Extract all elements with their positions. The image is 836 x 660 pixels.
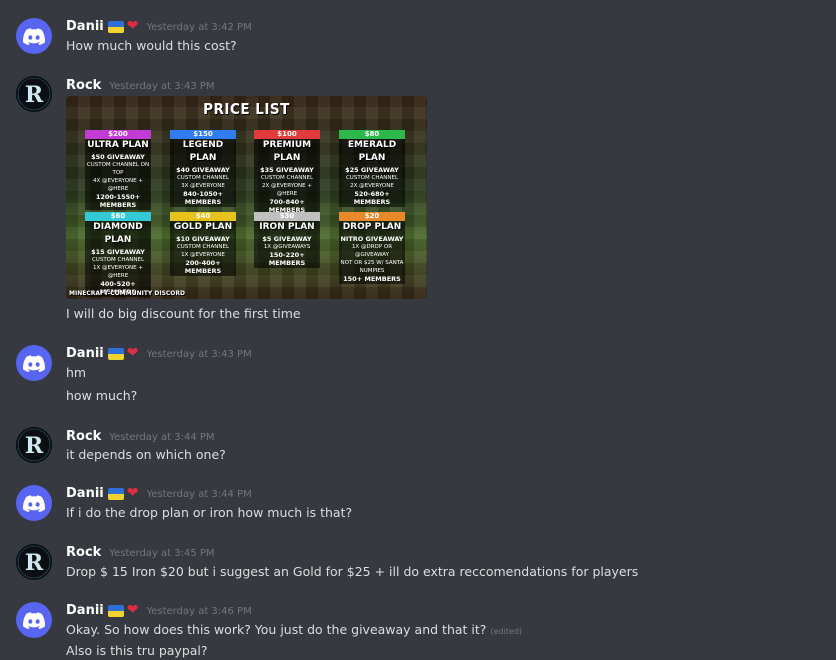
plan-name: EMERALD PLAN — [339, 139, 405, 165]
username[interactable]: Danii — [66, 603, 104, 618]
timestamp[interactable]: Yesterday at 3:45 PM — [109, 548, 214, 559]
heart-icon: ❤ — [126, 345, 139, 361]
message-text: How much would this cost? — [66, 38, 237, 53]
chat-log: Danii ❤ Yesterday at 3:42 PM How much wo… — [0, 0, 836, 658]
svg-text:R: R — [25, 82, 44, 108]
plan-name: ULTRA PLAN — [85, 139, 151, 152]
avatar[interactable] — [16, 345, 52, 381]
plan-card-legend: $150 LEGEND PLAN $40 GIVEAWAY CUSTOM CHA… — [170, 130, 236, 207]
ukraine-flag-icon — [107, 348, 124, 360]
avatar[interactable] — [16, 602, 52, 638]
plan-details: $10 GIVEAWAY CUSTOM CHANNEL 1X @EVERYONE… — [170, 234, 236, 276]
timestamp[interactable]: Yesterday at 3:43 PM — [146, 349, 251, 360]
plan-name: LEGEND PLAN — [170, 139, 236, 165]
r-logo-icon: R — [16, 427, 52, 463]
avatar[interactable]: R — [16, 76, 52, 112]
message-text: Drop $ 15 Iron $20 but i suggest an Gold… — [66, 564, 639, 579]
plan-price: $100 — [254, 130, 320, 139]
message-text: If i do the drop plan or iron how much i… — [66, 505, 353, 520]
heart-icon: ❤ — [126, 602, 139, 618]
price-list-title: PRICE LIST — [203, 100, 290, 118]
ukraine-flag-icon — [107, 488, 124, 500]
r-logo-icon: R — [16, 76, 52, 112]
discord-logo-icon — [23, 494, 45, 512]
price-list-image[interactable]: PRICE LIST $200 ULTRA PLAN $50 GIVEAWAY … — [66, 96, 427, 299]
avatar[interactable] — [16, 485, 52, 521]
username[interactable]: Danii — [66, 19, 104, 34]
discord-logo-icon — [23, 354, 45, 372]
message-text: it depends on which one? — [66, 447, 226, 462]
price-list-footer: MINECRAFT COMMUNITY DISCORD — [69, 290, 186, 297]
avatar[interactable] — [16, 18, 52, 54]
timestamp[interactable]: Yesterday at 3:43 PM — [109, 81, 214, 92]
avatar[interactable]: R — [16, 544, 52, 580]
plan-name: DROP PLAN — [339, 221, 405, 234]
plan-details: $25 GIVEAWAY CUSTOM CHANNEL 2X @EVERYONE… — [339, 165, 405, 207]
plan-price: $60 — [85, 212, 151, 221]
plan-price: $20 — [339, 212, 405, 221]
timestamp[interactable]: Yesterday at 3:46 PM — [146, 606, 251, 617]
discord-logo-icon — [23, 27, 45, 45]
plan-card-ultra: $200 ULTRA PLAN $50 GIVEAWAY CUSTOM CHAN… — [85, 130, 151, 210]
plan-card-premium: $100 PREMIUM PLAN $35 GIVEAWAY CUSTOM CH… — [254, 130, 320, 215]
username[interactable]: Danii — [66, 486, 104, 501]
edited-label: (edited) — [490, 627, 523, 636]
plan-price: $40 — [170, 212, 236, 221]
ukraine-flag-icon — [107, 605, 124, 617]
plan-card-iron: $30 IRON PLAN $5 GIVEAWAY 1X @GIVEAWAYS … — [254, 212, 320, 268]
message-text: I will do big discount for the first tim… — [66, 306, 301, 321]
message-text: Also is this tru paypal? — [66, 643, 208, 658]
username[interactable]: Danii — [66, 346, 104, 361]
plan-details: $40 GIVEAWAY CUSTOM CHANNEL 3X @EVERYONE… — [170, 165, 236, 207]
plan-card-emerald: $80 EMERALD PLAN $25 GIVEAWAY CUSTOM CHA… — [339, 130, 405, 207]
avatar[interactable]: R — [16, 427, 52, 463]
plan-card-gold: $40 GOLD PLAN $10 GIVEAWAY CUSTOM CHANNE… — [170, 212, 236, 276]
svg-text:R: R — [25, 433, 44, 459]
plan-price: $200 — [85, 130, 151, 139]
svg-text:R: R — [25, 550, 44, 576]
plan-details: $35 GIVEAWAY CUSTOM CHANNEL 2X @EVERYONE… — [254, 165, 320, 215]
plan-price: $80 — [339, 130, 405, 139]
message-text: Okay. So how does this work? You just do… — [66, 621, 522, 639]
r-logo-icon: R — [16, 544, 52, 580]
message-text: hm — [66, 365, 87, 380]
plan-name: DIAMOND PLAN — [85, 221, 151, 247]
heart-icon: ❤ — [126, 485, 139, 501]
ukraine-flag-icon — [107, 21, 124, 33]
timestamp[interactable]: Yesterday at 3:44 PM — [146, 489, 251, 500]
plan-card-diamond: $60 DIAMOND PLAN $15 GIVEAWAY CUSTOM CHA… — [85, 212, 151, 297]
plan-details: NITRO GIVEAWAY 1X @DROP OR @GIVEAWAY NOT… — [339, 234, 405, 284]
plan-price: $30 — [254, 212, 320, 221]
discord-logo-icon — [23, 611, 45, 629]
plan-name: GOLD PLAN — [170, 221, 236, 234]
plan-details: $50 GIVEAWAY CUSTOM CHANNEL ON TOP 4X @E… — [85, 152, 151, 210]
message-text-content: Okay. So how does this work? You just do… — [66, 622, 487, 637]
plan-name: IRON PLAN — [254, 221, 320, 234]
plan-details: $5 GIVEAWAY 1X @GIVEAWAYS 150-220+ MEMBE… — [254, 234, 320, 268]
timestamp[interactable]: Yesterday at 3:42 PM — [146, 22, 251, 33]
plan-card-drop: $20 DROP PLAN NITRO GIVEAWAY 1X @DROP OR… — [339, 212, 405, 284]
timestamp[interactable]: Yesterday at 3:44 PM — [109, 432, 214, 443]
plan-name: PREMIUM PLAN — [254, 139, 320, 165]
username[interactable]: Rock — [66, 78, 101, 93]
message-text: how much? — [66, 388, 138, 403]
heart-icon: ❤ — [126, 18, 139, 34]
username[interactable]: Rock — [66, 545, 101, 560]
username[interactable]: Rock — [66, 429, 101, 444]
plan-price: $150 — [170, 130, 236, 139]
